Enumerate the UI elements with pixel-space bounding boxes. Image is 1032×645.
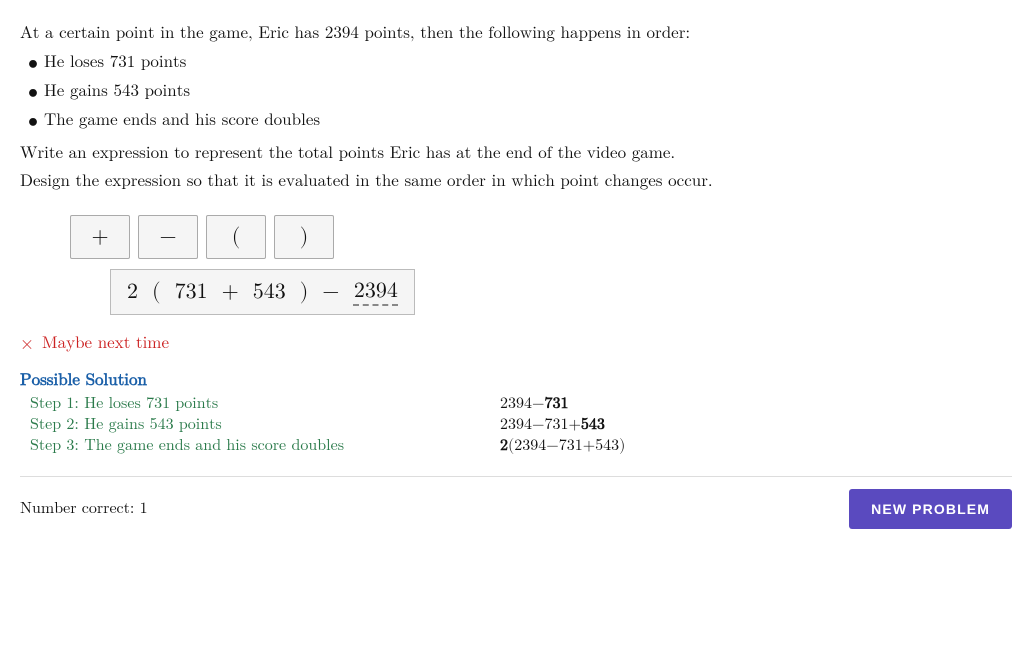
step-2-expr: 2394−731+543 <box>500 416 605 435</box>
expr-token-3: + <box>222 279 239 305</box>
bullet-item-2: • He gains 543 points <box>28 78 1012 107</box>
bullet-dot-3: • <box>28 107 38 135</box>
bullet-dot-2: • <box>28 78 38 106</box>
expr-token-6: − <box>322 279 339 305</box>
expr-token-4: 543 <box>253 279 286 305</box>
solution-step-2: Step 2: He gains 543 points 2394−731+543 <box>20 416 1012 435</box>
expr-token-0: 2 <box>127 279 138 305</box>
feedback-row: × Maybe next time <box>20 333 1012 355</box>
step-1-expr: 2394−731 <box>500 395 568 414</box>
expr-token-7: 2394 <box>353 278 398 306</box>
step-3-desc: Step 3: The game ends and his score doub… <box>20 437 500 456</box>
number-correct-text: Number correct: 1 <box>20 500 148 519</box>
close-paren-button[interactable]: ) <box>274 215 334 259</box>
solution-section: Possible Solution Step 1: He loses 731 p… <box>20 371 1012 456</box>
instructions-line-2: Design the expression so that it is eval… <box>20 168 1012 197</box>
problem-intro: At a certain point in the game, Eric has… <box>20 20 1012 49</box>
solution-title: Possible Solution <box>20 371 1012 391</box>
feedback-message: Maybe next time <box>42 334 169 354</box>
operator-row: + − ( ) <box>70 215 1012 259</box>
step-2-desc: Step 2: He gains 543 points <box>20 416 500 435</box>
expression-area: 2 ( 731 + 543 ) − 2394 <box>110 269 415 315</box>
problem-text: At a certain point in the game, Eric has… <box>20 20 1012 197</box>
bullet-dot-1: • <box>28 49 38 77</box>
bullet-text-2: He gains 543 points <box>44 78 190 107</box>
step-1-desc: Step 1: He loses 731 points <box>20 395 500 414</box>
expr-token-2: 731 <box>175 279 208 305</box>
bullet-item-1: • He loses 731 points <box>28 49 1012 78</box>
bullet-item-3: • The game ends and his score doubles <box>28 107 1012 136</box>
expr-token-1: ( <box>152 279 161 305</box>
bullet-text-3: The game ends and his score doubles <box>44 107 320 136</box>
bullet-text-1: He loses 731 points <box>44 49 186 78</box>
minus-button[interactable]: − <box>138 215 198 259</box>
expr-token-5: ) <box>300 279 309 305</box>
new-problem-button[interactable]: NEW PROBLEM <box>849 489 1012 529</box>
bullet-list: • He loses 731 points • He gains 543 poi… <box>28 49 1012 136</box>
instructions-line-1: Write an expression to represent the tot… <box>20 140 1012 169</box>
solution-step-3: Step 3: The game ends and his score doub… <box>20 437 1012 456</box>
number-correct-value: 1 <box>140 501 148 517</box>
x-icon: × <box>20 333 34 355</box>
solution-steps: Step 1: He loses 731 points 2394−731 Ste… <box>20 395 1012 456</box>
step-3-expr: 2(2394−731+543) <box>500 437 625 456</box>
bottom-row: Number correct: 1 NEW PROBLEM <box>20 476 1012 529</box>
open-paren-button[interactable]: ( <box>206 215 266 259</box>
number-correct-label: Number correct: <box>20 501 134 517</box>
solution-step-1: Step 1: He loses 731 points 2394−731 <box>20 395 1012 414</box>
plus-button[interactable]: + <box>70 215 130 259</box>
